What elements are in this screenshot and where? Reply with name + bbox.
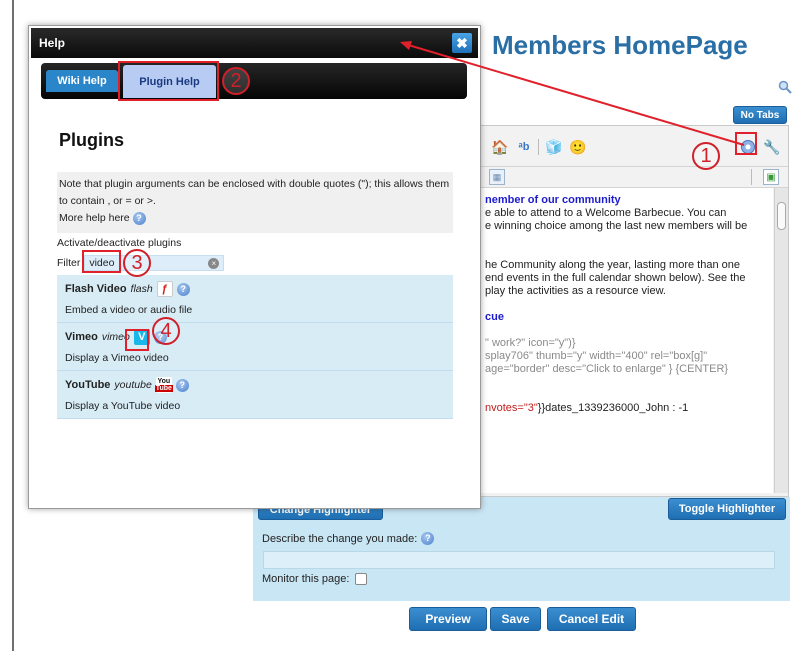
- annotation-marker: 1: [692, 142, 720, 170]
- plugin-description: Display a YouTube video: [65, 400, 181, 412]
- scrollbar-thumb[interactable]: [777, 202, 786, 230]
- note-line: to contain , or = or >.: [59, 195, 156, 207]
- help-icon[interactable]: ?: [132, 211, 146, 225]
- plugin-name: YouTube: [65, 379, 111, 391]
- more-help-text: More help here: [59, 212, 130, 224]
- toggle-highlighter-button[interactable]: Toggle Highlighter: [668, 498, 786, 520]
- editor-line: nember of our community: [485, 194, 621, 206]
- binoculars-icon[interactable]: 🏠: [491, 138, 509, 156]
- fullscreen-icon[interactable]: ▣: [763, 169, 779, 185]
- cancel-edit-button[interactable]: Cancel Edit: [547, 607, 636, 631]
- search-icon[interactable]: [778, 80, 792, 94]
- describe-change-label: Describe the change you made: ?: [262, 532, 435, 545]
- monitor-checkbox[interactable]: [355, 573, 368, 585]
- plugin-description: Embed a video or audio file: [65, 304, 193, 316]
- plugin-item-youtube: YouTube youtube You Tube ? Display a YouT…: [57, 371, 453, 419]
- note-line: Note that plugin arguments can be enclos…: [59, 178, 450, 190]
- editor-toolbar-secondary: ▦ ▣: [481, 166, 788, 188]
- window-border: [12, 0, 14, 651]
- save-button[interactable]: Save: [490, 607, 541, 631]
- describe-label-text: Describe the change you made:: [262, 532, 418, 545]
- editor-textarea[interactable]: nember of our community e able to attend …: [481, 188, 773, 493]
- monitor-page-row: Monitor this page:: [262, 573, 368, 585]
- plugin-description: Display a Vimeo video: [65, 352, 169, 364]
- preview-button[interactable]: Preview: [409, 607, 487, 631]
- plugin-note: Note that plugin arguments can be enclos…: [57, 172, 453, 233]
- help-titlebar[interactable]: Help ✖: [31, 28, 478, 58]
- help-icon[interactable]: ?: [175, 378, 189, 392]
- youtube-icon[interactable]: You Tube: [154, 377, 173, 393]
- monitor-label: Monitor this page:: [262, 573, 350, 585]
- tab-wiki-help[interactable]: Wiki Help: [46, 70, 118, 92]
- plugin-item-flash: Flash Video flash ƒ ? Embed a video or a…: [57, 275, 453, 323]
- votes-line: nvotes="3"}}dates_1339236000_John : -1: [485, 402, 689, 414]
- table-icon[interactable]: ▦: [489, 169, 505, 185]
- editor-line: age="border" desc="Click to enlarge" } {…: [485, 363, 729, 375]
- annotation-marker: 3: [123, 249, 151, 277]
- highlight-box: [735, 132, 757, 155]
- toolbar-divider: [538, 139, 539, 155]
- editor-line: he Community along the year, lasting mor…: [485, 259, 740, 271]
- flash-icon[interactable]: ƒ: [156, 281, 173, 297]
- editor-line: cue: [485, 311, 504, 323]
- smiley-icon[interactable]: 🙂: [569, 138, 587, 156]
- help-icon[interactable]: ?: [176, 282, 190, 296]
- no-tabs-button[interactable]: No Tabs: [733, 106, 787, 124]
- page-title: Members HomePage: [492, 30, 748, 60]
- editor-line: end events in the full calendar shown be…: [485, 272, 746, 284]
- replace-icon[interactable]: ᵃb: [515, 138, 533, 156]
- plugin-code: flash: [130, 283, 153, 295]
- help-body: Note that plugin arguments can be enclos…: [57, 172, 453, 438]
- help-icon[interactable]: ?: [421, 532, 435, 545]
- help-tabbar: Wiki Help Plugin Help: [41, 63, 467, 99]
- editor-line: e winning choice among the last new memb…: [485, 220, 748, 232]
- help-title: Help: [39, 36, 66, 50]
- editor-line: splay706" thumb="y" width="400" rel="box…: [485, 350, 708, 362]
- editor-line: " work?" icon="y")}: [485, 337, 576, 349]
- filter-label: Filter: [57, 257, 81, 269]
- editor-line: play the activities as a resource view.: [485, 285, 666, 297]
- clear-filter-icon[interactable]: ×: [208, 258, 220, 269]
- plugin-name: Vimeo: [65, 331, 98, 343]
- editor-scrollbar[interactable]: [774, 188, 788, 493]
- annotation-marker: 2: [222, 67, 250, 95]
- activate-label: Activate/deactivate plugins: [57, 237, 182, 249]
- plugin-list: Flash Video flash ƒ ? Embed a video or a…: [57, 275, 453, 419]
- plugin-item-vimeo: Vimeo vimeo V ? Display a Vimeo video: [57, 323, 453, 371]
- wrench-icon[interactable]: 🔧: [763, 138, 781, 156]
- object-icon[interactable]: 🧊: [545, 138, 563, 156]
- plugin-code: youtube: [114, 379, 152, 391]
- annotation-marker: 4: [152, 317, 180, 345]
- close-icon[interactable]: ✖: [452, 33, 472, 53]
- more-help-row: More help here ?: [59, 210, 451, 227]
- plugins-heading: Plugins: [59, 130, 125, 150]
- plugin-name: Flash Video: [65, 283, 127, 295]
- editor-line: e able to attend to a Welcome Barbecue. …: [485, 207, 727, 219]
- highlight-box: [125, 329, 149, 351]
- wiki-editor: 🏠 ᵃb 🧊 🙂 🔧 ▦ ▣ nember of our community e …: [480, 125, 789, 497]
- highlight-box: [82, 250, 121, 273]
- highlight-box: [118, 61, 219, 101]
- toolbar-divider: [751, 169, 752, 185]
- describe-change-input[interactable]: [263, 551, 775, 569]
